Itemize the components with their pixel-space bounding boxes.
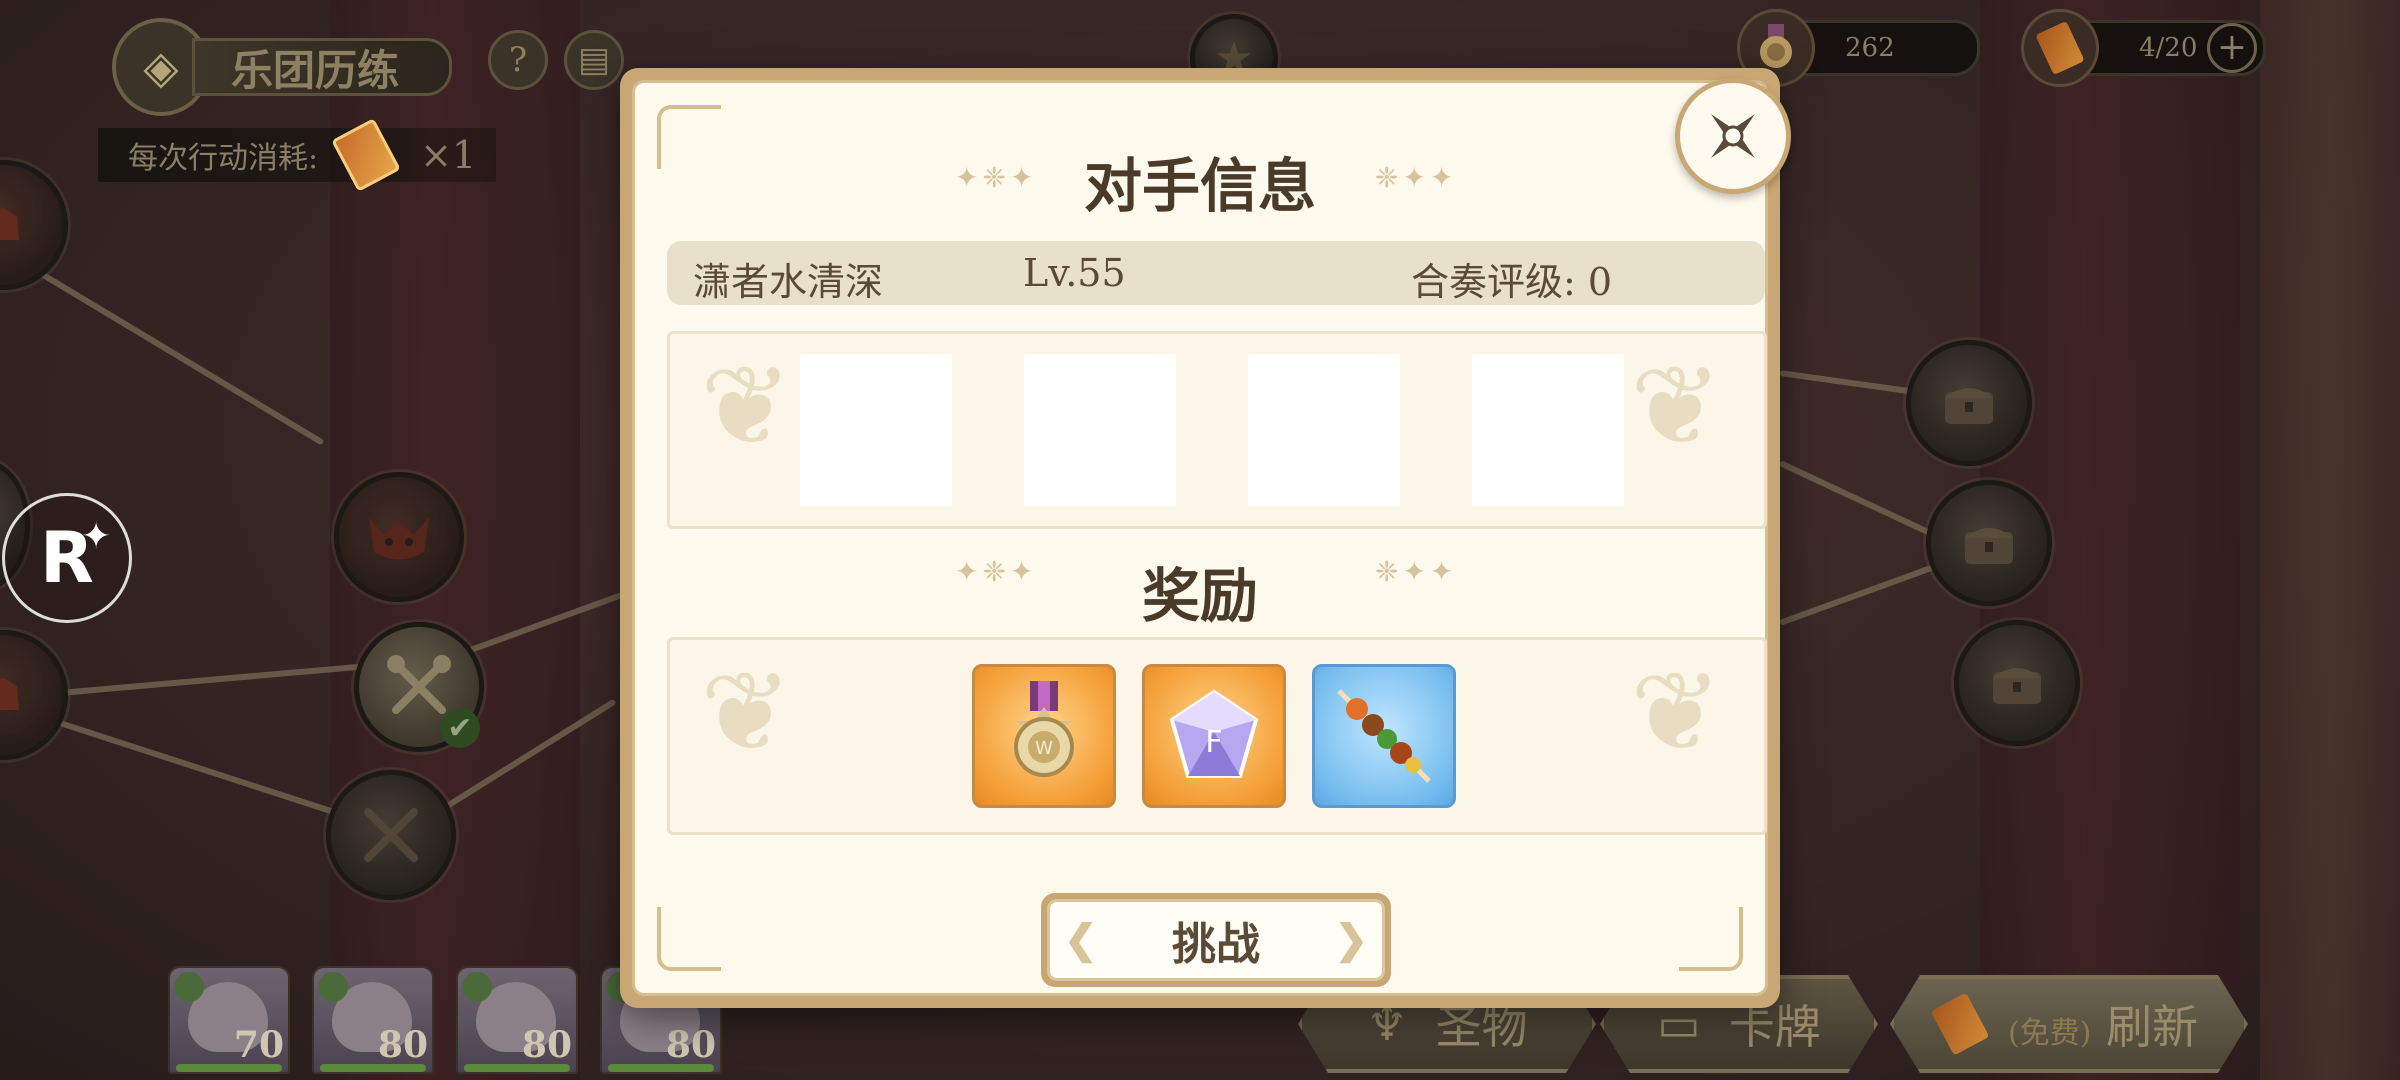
stage-title-label: 乐团历练 [192, 38, 453, 96]
panel-ornament-right: ❦ [1630, 342, 1723, 470]
resource-medal-value: 262 [1845, 33, 1895, 63]
ticket-icon [1931, 993, 1990, 1056]
challenge-button-face[interactable]: ❮ 挑战 ❯ [1047, 899, 1385, 981]
title-flourish-right: ❈✦✦ [1375, 161, 1458, 194]
action-cost-amount: ×1 [420, 133, 477, 177]
opponent-info-bar: 潇者水清深 Lv.55 合奏评级: 0 [667, 241, 1765, 305]
stage-title: ◈ 乐团历练 [112, 18, 453, 116]
ticket-currency-icon [2021, 9, 2099, 87]
button-ornament-right: ❯ [1334, 916, 1368, 963]
panel-ornament-right: ❦ [1630, 648, 1723, 776]
dialog-title: 对手信息 [1083, 152, 1316, 220]
opponent-name: 潇者水清深 [693, 260, 884, 304]
crystal-icon: F [1169, 689, 1259, 778]
opponent-slot[interactable] [1472, 354, 1624, 506]
button-ornament-left: ❮ [1064, 916, 1098, 963]
add-ticket-button[interactable]: + [2207, 23, 2257, 73]
member-hp-bar [176, 1064, 282, 1072]
resource-ticket-value: 4/20 [2139, 33, 2198, 63]
member-level: 80 [377, 1024, 428, 1066]
opponent-slot[interactable] [1024, 354, 1176, 506]
refresh-button[interactable]: (免费) 刷新 [1890, 975, 2248, 1073]
corner-ornament [1679, 907, 1743, 971]
reward-item-crystal[interactable]: F [1142, 664, 1286, 808]
member-hp-bar [608, 1064, 714, 1072]
member-element-icon [174, 972, 204, 1002]
opponent-team-panel: ❦ ❦ [667, 331, 1767, 529]
opponent-info-dialog: ✦❈✦ 对手信息 ❈✦✦ 潇者水清深 Lv.55 合奏评级: 0 ❦ ❦ ✦❈✦… [620, 68, 1791, 1008]
opponent-slot[interactable] [800, 354, 952, 506]
member-level: 70 [233, 1024, 284, 1066]
help-icon[interactable]: ? [488, 30, 548, 90]
opponent-level: Lv.55 [1023, 251, 1126, 295]
svg-text:F: F [1205, 725, 1222, 760]
team-member[interactable]: 80 [312, 966, 434, 1074]
member-element-icon [462, 972, 492, 1002]
reward-flourish-right: ❈✦✦ [1375, 555, 1458, 588]
challenge-button-label: 挑战 [1172, 919, 1260, 970]
team-member[interactable]: 80 [456, 966, 578, 1074]
panel-ornament-left: ❦ [700, 648, 793, 776]
team-member[interactable]: 70 [168, 966, 290, 1074]
challenge-button[interactable]: ❮ 挑战 ❯ [1041, 893, 1391, 987]
reward-item-skewer[interactable] [1312, 664, 1456, 808]
corner-ornament [657, 907, 721, 971]
svg-text:W: W [1035, 738, 1053, 759]
dialog-body: ✦❈✦ 对手信息 ❈✦✦ 潇者水清深 Lv.55 合奏评级: 0 ❦ ❦ ✦❈✦… [632, 80, 1768, 996]
reward-title: 奖励 [1141, 562, 1258, 630]
medal-icon: W [1014, 681, 1074, 777]
member-element-icon [318, 972, 348, 1002]
action-cost-bar: 每次行动消耗: ×1 [98, 118, 497, 192]
close-button[interactable] [1675, 78, 1791, 194]
resource-medal: 262 [1737, 9, 1980, 87]
reward-panel: ❦ W F ❦ [667, 637, 1767, 835]
resource-ticket: 4/20 + [2021, 9, 2266, 87]
member-level: 80 [521, 1024, 572, 1066]
panel-ornament-left: ❦ [700, 342, 793, 470]
member-hp-bar [464, 1064, 570, 1072]
opponent-slot[interactable] [1248, 354, 1400, 506]
close-icon [1711, 114, 1755, 158]
reward-item-medal[interactable]: W [972, 664, 1116, 808]
skewer-icon [1337, 689, 1431, 783]
member-hp-bar [320, 1064, 426, 1072]
ticket-icon [331, 118, 401, 192]
member-level: 80 [665, 1024, 716, 1066]
refresh-free-label: (免费) [2007, 1016, 2092, 1051]
refresh-button-label: 刷新 [2106, 1000, 2199, 1054]
action-cost-label: 每次行动消耗: [128, 141, 319, 176]
r-logo-icon: R ✦ [2, 493, 132, 623]
opponent-rating: 合奏评级: 0 [1411, 260, 1613, 304]
log-icon[interactable]: ▤ [564, 30, 624, 90]
